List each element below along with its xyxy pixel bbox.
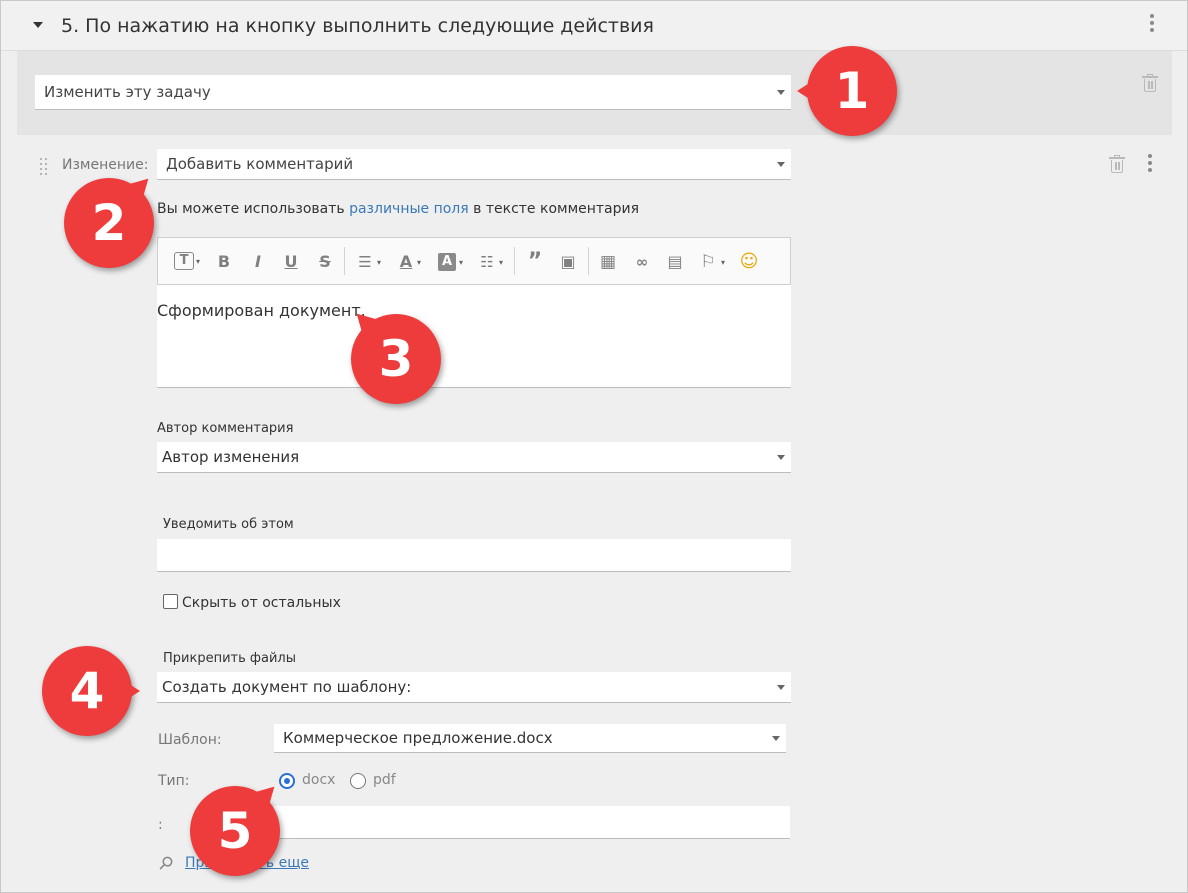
- strikethrough-icon[interactable]: S: [317, 251, 333, 273]
- delete-change-icon[interactable]: [1109, 155, 1125, 173]
- template-select[interactable]: Коммерческое предложение.docx: [274, 724, 786, 753]
- chevron-down-icon: [777, 455, 785, 460]
- list-icon[interactable]: ☷: [478, 251, 503, 274]
- fields-hint: Вы можете использовать различные поля в …: [157, 201, 639, 217]
- bookmark-icon[interactable]: ⚐: [698, 251, 725, 274]
- collapse-caret-icon[interactable]: [33, 22, 43, 28]
- type-docx-label: docx: [302, 772, 336, 788]
- hide-label: Скрыть от остальных: [182, 595, 341, 611]
- bold-icon[interactable]: B: [216, 251, 232, 273]
- author-label: Автор комментария: [157, 421, 294, 436]
- italic-icon[interactable]: I: [250, 251, 266, 273]
- align-icon[interactable]: ☰: [356, 251, 381, 274]
- step-badge-2: 2: [64, 171, 156, 268]
- name-label: :: [158, 817, 163, 833]
- hint-text-end: в тексте комментария: [473, 201, 640, 217]
- step-badge-1: 1: [797, 46, 897, 136]
- underline-icon[interactable]: U: [283, 251, 299, 273]
- comment-editor[interactable]: Сформирован документ.: [157, 285, 791, 388]
- step-badge-3: 3: [349, 306, 441, 404]
- table-icon[interactable]: ▦: [598, 251, 618, 273]
- change-label: Изменение:: [62, 157, 149, 173]
- change-select[interactable]: Добавить комментарий: [157, 149, 791, 180]
- step-badge-number: 3: [378, 330, 414, 388]
- change-select-value: Добавить комментарий: [166, 155, 354, 173]
- font-color-icon[interactable]: A: [398, 251, 421, 274]
- step-badge-number: 1: [834, 62, 870, 120]
- delete-action-icon[interactable]: [1142, 74, 1158, 92]
- author-select[interactable]: Автор изменения: [157, 442, 791, 473]
- chevron-down-icon: [777, 162, 785, 167]
- link-icon[interactable]: ∞: [632, 251, 652, 273]
- image-icon[interactable]: ▤: [665, 251, 685, 273]
- type-pdf-label: pdf: [373, 772, 396, 788]
- notify-label: Уведомить об этом: [163, 517, 294, 532]
- emoji-icon[interactable]: ☺: [738, 251, 760, 273]
- step-badge-number: 4: [69, 662, 105, 720]
- chevron-down-icon: [777, 90, 785, 95]
- step-badge-5: 5: [190, 779, 282, 876]
- step-badge-number: 2: [91, 194, 127, 252]
- attach-select[interactable]: Создать документ по шаблону:: [157, 672, 791, 703]
- section-menu-icon[interactable]: [1150, 14, 1154, 35]
- change-menu-icon[interactable]: [1148, 154, 1152, 175]
- action-select-value: Изменить эту задачу: [44, 83, 211, 101]
- chevron-down-icon: [777, 685, 785, 690]
- fields-link[interactable]: различные поля: [349, 201, 469, 217]
- background-color-icon[interactable]: A: [438, 253, 463, 272]
- attach-select-value: Создать документ по шаблону:: [162, 678, 412, 696]
- editor-toolbar: T B I U S ☰ A A ☷ ” ▣ ▦ ∞ ▤ ⚐ ☺: [157, 237, 791, 285]
- notify-input[interactable]: [157, 539, 791, 572]
- drag-handle-icon[interactable]: [40, 158, 48, 175]
- comment-text: Сформирован документ.: [157, 301, 366, 320]
- section-title: 5. По нажатию на кнопку выполнить следую…: [61, 15, 654, 37]
- hide-checkbox[interactable]: [163, 594, 178, 609]
- step-badge-4: 4: [42, 646, 140, 736]
- template-label: Шаблон:: [158, 732, 222, 748]
- hint-text-start: Вы можете использовать: [157, 201, 345, 217]
- text-format-icon[interactable]: T: [174, 252, 200, 270]
- attach-label: Прикрепить файлы: [163, 651, 296, 666]
- section-header[interactable]: 5. По нажатию на кнопку выполнить следую…: [1, 1, 1187, 51]
- type-pdf-radio[interactable]: [350, 773, 366, 789]
- name-input[interactable]: [274, 806, 790, 839]
- action-select[interactable]: Изменить эту задачу: [35, 75, 791, 110]
- step-badge-number: 5: [217, 802, 253, 860]
- quote-icon[interactable]: ”: [525, 251, 545, 273]
- type-docx-radio[interactable]: [279, 773, 295, 789]
- type-label: Тип:: [158, 773, 190, 789]
- template-icon[interactable]: ▣: [558, 251, 578, 273]
- author-select-value: Автор изменения: [162, 448, 300, 466]
- chevron-down-icon: [772, 736, 780, 741]
- template-select-value: Коммерческое предложение.docx: [283, 729, 553, 747]
